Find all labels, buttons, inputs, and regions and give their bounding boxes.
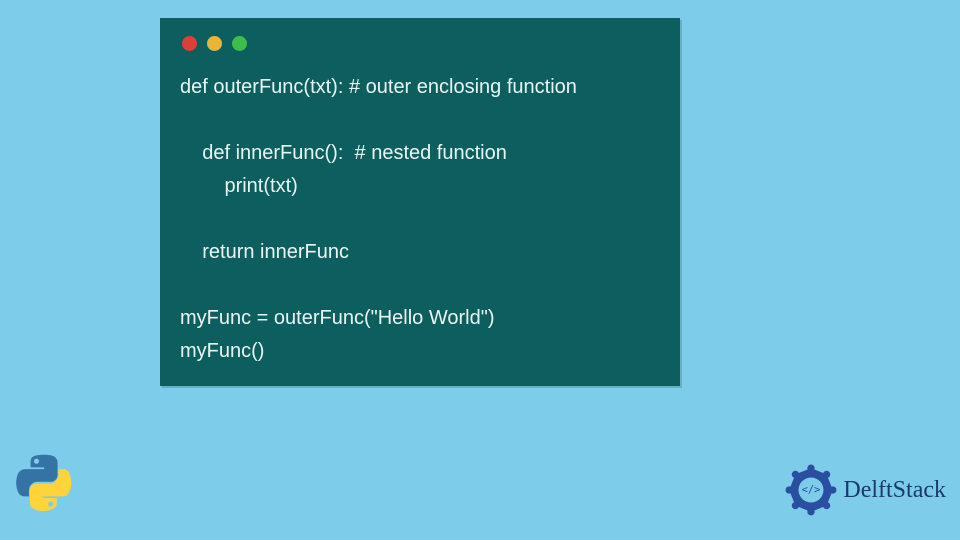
code-line: print(txt) [180,175,298,197]
delftstack-badge-icon: </> [785,464,837,516]
brand-name: DelftStack [843,477,946,504]
maximize-icon [232,36,247,51]
code-content: def outerFunc(txt): # outer enclosing fu… [180,71,668,368]
code-line: myFunc = outerFunc("Hello World") [180,307,494,329]
code-line: return innerFunc [180,241,349,263]
python-logo-icon [12,454,76,518]
brand-mark: </> DelftStack [785,464,946,516]
svg-text:</>: </> [802,484,821,496]
window-traffic-lights [182,36,668,51]
code-line: def outerFunc(txt): # outer enclosing fu… [180,76,577,98]
code-line: myFunc() [180,340,264,362]
minimize-icon [207,36,222,51]
code-line: def innerFunc(): # nested function [180,142,507,164]
code-snippet-box: def outerFunc(txt): # outer enclosing fu… [160,18,680,386]
close-icon [182,36,197,51]
